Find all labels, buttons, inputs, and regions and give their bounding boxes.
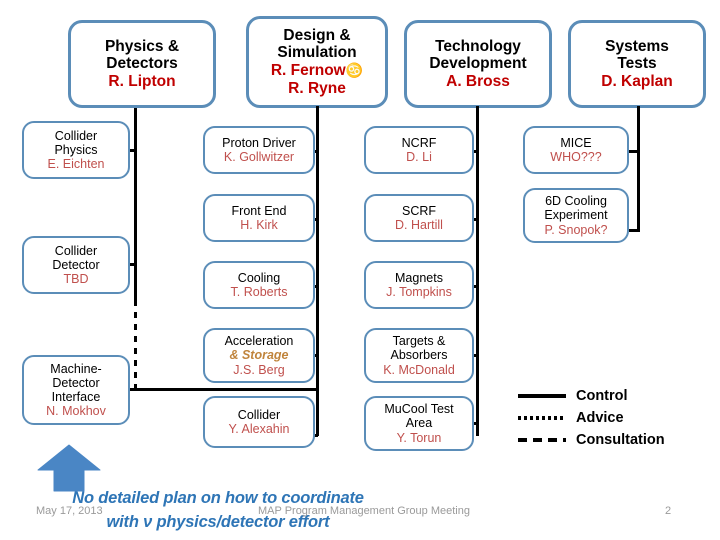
connector-col4-stub-1 (629, 150, 639, 153)
box-6d-cooling-experiment[interactable]: 6D Cooling Experiment P. Snopok? (523, 188, 629, 243)
box-mice[interactable]: MICE WHO??? (523, 126, 629, 174)
box-title-line1: Acceleration (224, 334, 294, 349)
box-title-line2: Experiment (544, 208, 608, 223)
box-accent-line: & Storage (229, 348, 289, 363)
box-machine-detector-interface[interactable]: Machine- Detector Interface N. Mokhov (22, 355, 130, 425)
box-title-line1: Collider (54, 128, 98, 143)
box-lead: E. Eichten (47, 157, 105, 172)
head-title-line1: Design & (283, 26, 351, 44)
legend: Control Advice Consultation (518, 385, 708, 451)
head-lead: R. Lipton (108, 72, 176, 90)
head-lead: A. Bross (446, 72, 510, 90)
cancer-zodiac-icon: ♋ (345, 62, 364, 78)
box-collider-accelerator[interactable]: Collider Y. Alexahin (203, 396, 315, 448)
box-title-line1: NCRF (401, 135, 437, 150)
box-lead: P. Snopok? (544, 222, 608, 237)
head-title-line1: Technology (435, 37, 521, 55)
box-title-line1: 6D Cooling (545, 194, 607, 209)
box-lead: D. Hartill (395, 218, 443, 232)
box-magnets[interactable]: Magnets J. Tompkins (364, 261, 474, 309)
box-title-line1: Proton Driver (222, 135, 296, 150)
box-lead: J. Tompkins (386, 285, 452, 299)
box-title-line1: Collider (54, 243, 98, 258)
connector-col2-trunk (316, 106, 319, 436)
connector-col1-to-col2-crosslink (131, 388, 319, 391)
connector-col3-trunk (476, 106, 479, 436)
solid-line-icon (518, 394, 566, 398)
legend-label: Control (576, 388, 628, 404)
box-title-line1: Targets & (392, 334, 446, 349)
box-title-line1: Machine- (50, 361, 102, 376)
head-box-design-simulation[interactable]: Design & Simulation R. Fernow♋ R. Ryne (246, 16, 388, 108)
box-title-line2: Detector (52, 257, 100, 272)
head-lead-name: R. Fernow (270, 62, 346, 79)
box-title-line3: Interface (51, 390, 101, 404)
head-title-line2: Detectors (106, 55, 178, 73)
box-title-line2: Detector (52, 375, 100, 390)
box-collider-detector[interactable]: Collider Detector TBD (22, 236, 130, 294)
head-box-technology-development[interactable]: Technology Development A. Bross (404, 20, 552, 108)
box-lead: N. Mokhov (46, 404, 106, 419)
dashed-line-icon (518, 438, 566, 442)
box-lead: TBD (63, 272, 89, 287)
legend-label: Advice (576, 410, 624, 426)
footer-meeting-title: MAP Program Management Group Meeting (258, 505, 470, 517)
head-lead: D. Kaplan (601, 72, 673, 90)
box-scrf[interactable]: SCRF D. Hartill (364, 194, 474, 242)
box-targets-absorbers[interactable]: Targets & Absorbers K. McDonald (364, 328, 474, 383)
box-title-line1: MICE (560, 135, 592, 150)
box-collider-physics[interactable]: Collider Physics E. Eichten (22, 121, 130, 179)
box-lead: T. Roberts (230, 285, 288, 299)
box-lead: H. Kirk (240, 218, 278, 232)
up-arrow-icon (37, 444, 101, 492)
box-title-line2: Area (405, 416, 433, 431)
box-lead: K. Gollwitzer (223, 150, 295, 164)
box-mucool-test-area[interactable]: MuCool Test Area Y. Torun (364, 396, 474, 451)
slide-canvas: Physics & Detectors R. Lipton Collider P… (0, 0, 720, 540)
connector-col1-trunk-solid (134, 108, 137, 303)
dotted-line-icon (518, 416, 566, 420)
box-title-line1: MuCool Test (384, 402, 454, 417)
box-proton-driver[interactable]: Proton Driver K. Gollwitzer (203, 126, 315, 174)
connector-col4-stub-2 (629, 229, 639, 232)
box-front-end[interactable]: Front End H. Kirk (203, 194, 315, 242)
head-title-line2: Development (429, 55, 527, 73)
head-box-physics-detectors[interactable]: Physics & Detectors R. Lipton (68, 20, 216, 108)
box-title-line1: Magnets (395, 270, 443, 285)
box-acceleration-storage[interactable]: Acceleration & Storage J.S. Berg (203, 328, 315, 383)
box-title-line2: Physics (54, 142, 98, 157)
head-title-line1: Physics & (104, 37, 180, 55)
legend-item-consultation: Consultation (518, 429, 708, 451)
legend-item-advice: Advice (518, 407, 708, 429)
footer-date: May 17, 2013 (36, 505, 103, 517)
box-title-line1: Cooling (237, 270, 281, 285)
head-box-systems-tests[interactable]: Systems Tests D. Kaplan (568, 20, 706, 108)
box-ncrf[interactable]: NCRF D. Li (364, 126, 474, 174)
box-lead: K. McDonald (383, 362, 455, 377)
connector-col1-trunk-dashed (134, 300, 137, 390)
box-lead: Y. Alexahin (228, 422, 290, 436)
legend-label: Consultation (576, 432, 665, 448)
head-lead-2: R. Ryne (288, 79, 346, 97)
box-lead: Y. Torun (396, 430, 442, 445)
box-lead: J.S. Berg (233, 362, 285, 377)
box-title-line1: SCRF (401, 203, 437, 218)
head-lead: R. Fernow♋ (271, 62, 363, 80)
box-title-line1: Collider (237, 407, 281, 422)
head-title-line2: Simulation (277, 44, 357, 62)
box-cooling[interactable]: Cooling T. Roberts (203, 261, 315, 309)
box-title-line2: Absorbers (390, 348, 448, 363)
box-lead: WHO??? (550, 150, 602, 164)
connector-col4-trunk (637, 106, 640, 232)
legend-item-control: Control (518, 385, 708, 407)
head-title-line1: Systems (605, 37, 669, 55)
box-lead: D. Li (406, 150, 432, 164)
footer-page-number: 2 (665, 505, 672, 517)
head-title-line2: Tests (617, 55, 657, 73)
box-title-line1: Front End (231, 203, 287, 218)
